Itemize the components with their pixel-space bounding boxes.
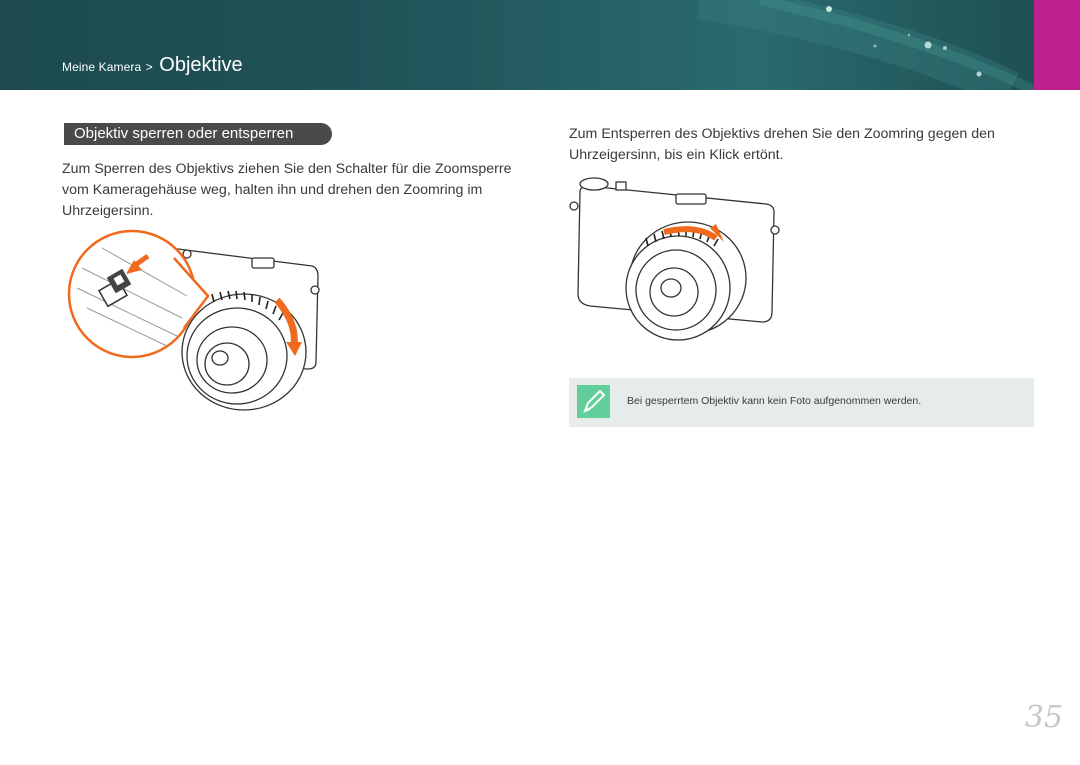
lock-instructions: Zum Sperren des Objektivs ziehen Sie den…	[62, 161, 512, 219]
section-heading: Objektiv sperren oder entsperren	[64, 123, 332, 145]
note-text: Bei gesperrtem Objektiv kann kein Foto a…	[627, 395, 922, 407]
lock-camera-illustration	[67, 229, 320, 411]
pencil-note-icon	[577, 385, 610, 418]
breadcrumb: Meine Kamera > Objektive	[62, 54, 243, 77]
note-box: Bei gesperrtem Objektiv kann kein Foto a…	[569, 378, 1034, 427]
page-number: 35	[1024, 700, 1063, 735]
breadcrumb-separator: >	[145, 60, 153, 74]
unlock-instructions: Zum Entsperren des Objektivs drehen Sie …	[569, 126, 995, 163]
unlock-camera-illustration	[569, 177, 780, 341]
side-tab-marker	[1034, 0, 1080, 90]
page-header: Meine Kamera > Objektive	[0, 0, 1080, 90]
page-title: Objektive	[159, 54, 243, 76]
breadcrumb-parent[interactable]: Meine Kamera	[62, 60, 141, 74]
